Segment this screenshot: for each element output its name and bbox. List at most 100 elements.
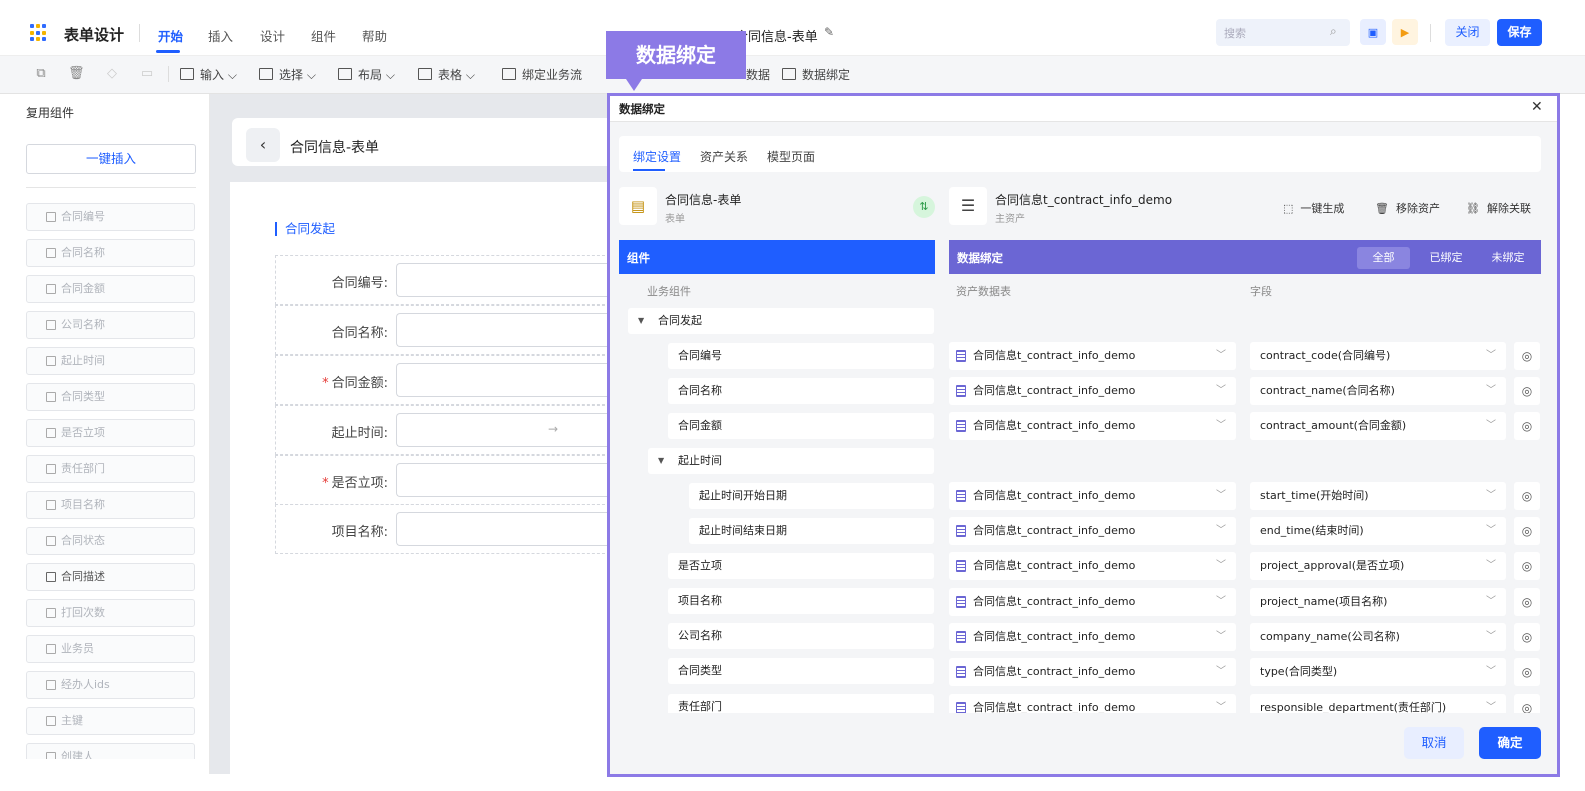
- menu-design[interactable]: 设计: [260, 26, 285, 45]
- view-icon[interactable]: ◎: [1514, 694, 1540, 713]
- search-icon[interactable]: ⌕: [1330, 24, 1337, 39]
- view-icon[interactable]: ◎: [1514, 588, 1540, 616]
- delete-icon[interactable]: 🗑: [68, 66, 85, 82]
- field-select[interactable]: contract_name(合同名称) ﹀: [1250, 377, 1506, 405]
- filter-bound[interactable]: 已绑定: [1420, 247, 1472, 269]
- date-range-input[interactable]: [396, 413, 611, 447]
- toolbar-select[interactable]: 选择 ⌵: [259, 66, 316, 83]
- caret-down-icon[interactable]: ▼: [658, 448, 664, 474]
- component-item[interactable]: 合同金额: [26, 275, 195, 303]
- tree-group[interactable]: ▼ 合同发起: [628, 308, 934, 334]
- text-input[interactable]: [396, 313, 611, 347]
- close-icon[interactable]: ✕: [1531, 99, 1543, 115]
- toolbar-table[interactable]: 表格 ⌵: [418, 66, 475, 83]
- link-icon[interactable]: ⇅: [913, 196, 935, 218]
- table-select[interactable]: 合同信息t_contract_info_demo ﹀: [949, 588, 1236, 616]
- one-click-insert-button[interactable]: 一键插入: [26, 144, 196, 174]
- generate-button[interactable]: ⬚ 一键生成: [1283, 200, 1344, 216]
- field-select[interactable]: contract_amount(合同金额) ﹀: [1250, 412, 1506, 440]
- component-item[interactable]: 合同描述: [26, 563, 195, 591]
- table-select[interactable]: 合同信息t_contract_info_demo ﹀: [949, 517, 1236, 545]
- copy-icon[interactable]: ⧉: [33, 66, 49, 82]
- form-row[interactable]: 起止时间: →: [275, 405, 611, 455]
- toolbar-data[interactable]: 数据: [746, 66, 770, 83]
- back-button[interactable]: ‹: [246, 128, 280, 162]
- field-select[interactable]: project_name(项目名称) ﹀: [1250, 588, 1506, 616]
- table-select[interactable]: 合同信息t_contract_info_demo ﹀: [949, 412, 1236, 440]
- component-item[interactable]: 合同编号: [26, 203, 195, 231]
- unlink-button[interactable]: ⛓ 解除关联: [1466, 200, 1531, 216]
- view-icon[interactable]: ◎: [1514, 482, 1540, 510]
- field-select[interactable]: responsible_department(责任部门) ﹀: [1250, 694, 1506, 713]
- table-select[interactable]: 合同信息t_contract_info_demo ﹀: [949, 342, 1236, 370]
- eraser-icon[interactable]: ◇: [104, 66, 120, 82]
- menu-insert[interactable]: 插入: [208, 26, 233, 45]
- menu-help[interactable]: 帮助: [362, 26, 387, 45]
- component-item[interactable]: 公司名称: [26, 311, 195, 339]
- component-item[interactable]: 创建人: [26, 743, 195, 759]
- toolbar-layout[interactable]: 布局 ⌵: [338, 66, 395, 83]
- remove-asset-button[interactable]: 🗑 移除资产: [1375, 200, 1440, 216]
- select-input[interactable]: [396, 463, 611, 497]
- form-row[interactable]: * 合同金额:: [275, 355, 611, 405]
- form-row[interactable]: 合同名称:: [275, 305, 611, 355]
- filter-all[interactable]: 全部: [1357, 247, 1410, 269]
- preview-icon[interactable]: ▣: [1360, 19, 1386, 45]
- component-item[interactable]: 合同名称: [26, 239, 195, 267]
- save-button[interactable]: 保存: [1497, 19, 1542, 46]
- field-select[interactable]: project_approval(是否立项) ﹀: [1250, 552, 1506, 580]
- toolbar-bind-flow[interactable]: 绑定业务流: [502, 66, 582, 83]
- form-row[interactable]: 项目名称:: [275, 504, 611, 554]
- table-select[interactable]: 合同信息t_contract_info_demo ﹀: [949, 623, 1236, 651]
- tree-subgroup[interactable]: ▼ 起止时间: [648, 448, 934, 474]
- tab-binding-settings[interactable]: 绑定设置: [633, 148, 681, 165]
- table-select[interactable]: 合同信息t_contract_info_demo ﹀: [949, 694, 1236, 713]
- table-select[interactable]: 合同信息t_contract_info_demo ﹀: [949, 658, 1236, 686]
- caret-down-icon[interactable]: ▼: [638, 308, 644, 334]
- component-item[interactable]: 主键: [26, 707, 195, 735]
- form-row[interactable]: * 是否立项:: [275, 455, 611, 505]
- view-icon[interactable]: ◎: [1514, 377, 1540, 405]
- component-item[interactable]: 打回次数: [26, 599, 195, 627]
- view-icon[interactable]: ◎: [1514, 658, 1540, 686]
- clear-icon[interactable]: ▭: [139, 66, 155, 82]
- field-select[interactable]: end_time(结束时间) ﹀: [1250, 517, 1506, 545]
- menu-components[interactable]: 组件: [311, 26, 336, 45]
- form-row[interactable]: 合同编号:: [275, 255, 611, 305]
- tab-asset-relations[interactable]: 资产关系: [700, 148, 748, 165]
- toolbar-data-binding[interactable]: 数据绑定: [782, 66, 850, 83]
- edit-icon[interactable]: ✎: [824, 25, 834, 39]
- table-select[interactable]: 合同信息t_contract_info_demo ﹀: [949, 377, 1236, 405]
- field-select[interactable]: type(合同类型) ﹀: [1250, 658, 1506, 686]
- close-button[interactable]: 关闭: [1445, 19, 1490, 46]
- cancel-button[interactable]: 取消: [1404, 727, 1464, 759]
- field-select[interactable]: start_time(开始时间) ﹀: [1250, 482, 1506, 510]
- toolbar-input[interactable]: 输入 ⌵: [180, 66, 237, 83]
- component-item[interactable]: 项目名称: [26, 491, 195, 519]
- apps-grid-icon[interactable]: [30, 24, 48, 42]
- view-icon[interactable]: ◎: [1514, 342, 1540, 370]
- text-input[interactable]: [396, 263, 611, 297]
- component-item[interactable]: 起止时间: [26, 347, 195, 375]
- field-select[interactable]: company_name(公司名称) ﹀: [1250, 623, 1506, 651]
- component-item[interactable]: 责任部门: [26, 455, 195, 483]
- tab-model-page[interactable]: 模型页面: [767, 148, 815, 165]
- table-select[interactable]: 合同信息t_contract_info_demo ﹀: [949, 482, 1236, 510]
- component-item[interactable]: 合同类型: [26, 383, 195, 411]
- filter-unbound[interactable]: 未绑定: [1482, 247, 1534, 269]
- field-select[interactable]: contract_code(合同编号) ﹀: [1250, 342, 1506, 370]
- confirm-button[interactable]: 确定: [1479, 727, 1541, 759]
- view-icon[interactable]: ◎: [1514, 552, 1540, 580]
- table-select[interactable]: 合同信息t_contract_info_demo ﹀: [949, 552, 1236, 580]
- view-icon[interactable]: ◎: [1514, 623, 1540, 651]
- component-item[interactable]: 经办人ids: [26, 671, 195, 699]
- view-icon[interactable]: ◎: [1514, 412, 1540, 440]
- menu-start[interactable]: 开始: [158, 26, 183, 45]
- text-input[interactable]: [396, 512, 611, 546]
- run-icon[interactable]: ▶: [1392, 19, 1418, 45]
- view-icon[interactable]: ◎: [1514, 517, 1540, 545]
- component-item[interactable]: 合同状态: [26, 527, 195, 555]
- number-input[interactable]: [396, 363, 611, 397]
- component-item[interactable]: 业务员: [26, 635, 195, 663]
- component-item[interactable]: 是否立项: [26, 419, 195, 447]
